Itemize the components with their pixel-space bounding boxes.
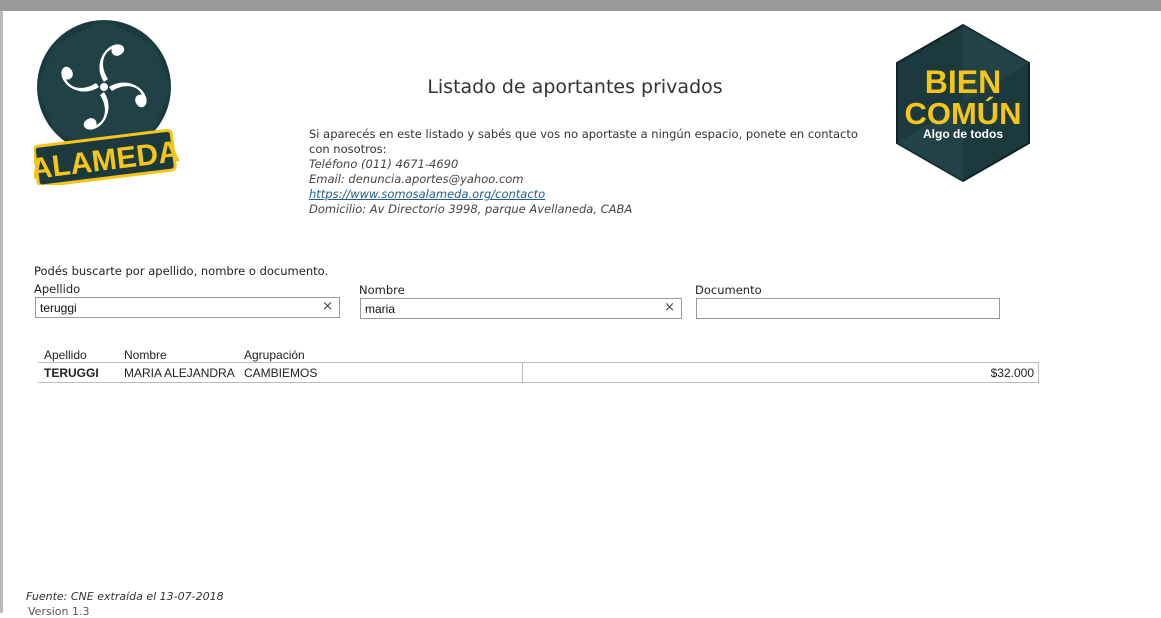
column-header-agrupacion: Agrupación — [244, 348, 305, 362]
contact-intro: Si aparecés en este listado y sabés que … — [309, 127, 858, 156]
nombre-value: maria — [365, 302, 396, 316]
footer-version: Version 1.3 — [28, 605, 90, 618]
apellido-clear-icon[interactable]: × — [322, 300, 333, 314]
apellido-input[interactable]: teruggi × — [35, 297, 340, 318]
nombre-clear-icon[interactable]: × — [664, 301, 675, 315]
contact-link[interactable]: https://www.somosalameda.org/contacto — [309, 187, 869, 202]
column-divider — [522, 363, 523, 382]
documento-label: Documento — [695, 283, 762, 297]
contact-email: Email: denuncia.aportes@yahoo.com — [309, 172, 524, 186]
cell-apellido: TERUGGI — [44, 366, 99, 380]
search-hint: Podés buscarte por apellido, nombre o do… — [34, 264, 329, 278]
cell-monto: $32.000 — [990, 366, 1034, 380]
contact-address: Domicilio: Av Directorio 3998, parque Av… — [309, 202, 633, 216]
nombre-label: Nombre — [359, 283, 405, 297]
cell-agrupacion: CAMBIEMOS — [244, 366, 318, 380]
apellido-value: teruggi — [40, 301, 77, 315]
window-left-edge — [0, 11, 3, 613]
svg-text:Algo de todos: Algo de todos — [923, 127, 1003, 141]
nombre-input[interactable]: maria × — [360, 298, 682, 319]
contact-phone: Teléfono (011) 4671-4690 — [309, 157, 459, 171]
documento-input[interactable] — [696, 298, 1000, 319]
table-row: TERUGGI MARIA ALEJANDRA CAMBIEMOS $32.00… — [38, 362, 1039, 383]
cell-nombre: MARIA ALEJANDRA — [124, 366, 235, 380]
svg-text:BIEN: BIEN — [925, 64, 1001, 100]
alameda-logo: ALAMEDA — [34, 20, 180, 185]
bien-comun-logo: BIEN COMÚN Algo de todos — [896, 23, 1030, 183]
window-top-bar — [0, 0, 1161, 11]
svg-text:COMÚN: COMÚN — [904, 95, 1021, 131]
page-title: Listado de aportantes privados — [427, 76, 723, 98]
footer-source: Fuente: CNE extraída el 13-07-2018 — [26, 590, 224, 603]
column-header-nombre: Nombre — [124, 348, 167, 362]
column-header-apellido: Apellido — [44, 348, 87, 362]
apellido-label: Apellido — [34, 282, 81, 296]
contact-info: Si aparecés en este listado y sabés que … — [309, 127, 869, 217]
